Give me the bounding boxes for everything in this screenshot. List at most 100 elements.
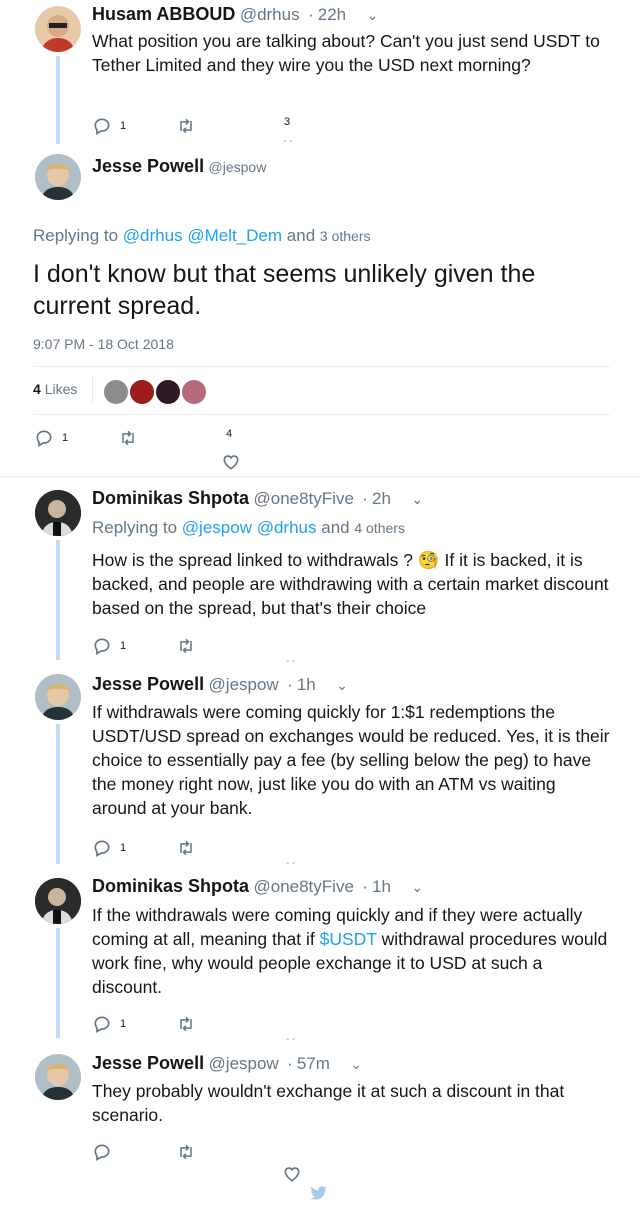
reply-icon (92, 116, 112, 136)
user-handle[interactable]: @jespow (209, 159, 267, 175)
user-handle[interactable]: @jespow (209, 675, 279, 694)
reply-button[interactable]: 1 (92, 116, 126, 136)
tweet-header: Dominikas Shpota @one8tyFive · 2h ⌄ (92, 488, 423, 509)
retweet-button[interactable] (176, 636, 196, 656)
retweet-button[interactable] (176, 1142, 196, 1162)
tweet-time[interactable]: 1h (297, 675, 316, 694)
tweet-text: They probably wouldn't exchange it at su… (92, 1081, 565, 1125)
reply-count: 1 (62, 432, 69, 444)
user-name[interactable]: Jesse Powell (92, 674, 204, 694)
liker-avatar[interactable] (180, 378, 208, 406)
tweet-time[interactable]: 1h (372, 877, 391, 896)
reply-icon (92, 636, 112, 656)
separator: · (362, 877, 369, 896)
avatar[interactable] (35, 154, 81, 200)
reply-button[interactable]: 1 (92, 636, 126, 656)
chevron-down-icon[interactable]: ⌄ (411, 879, 423, 895)
mention-link[interactable]: @jespow (182, 518, 252, 537)
heart-icon[interactable] (221, 452, 241, 477)
retweet-button[interactable] (118, 428, 138, 448)
others-link[interactable]: 4 others (354, 520, 405, 536)
reply-icon (92, 838, 112, 858)
retweet-icon (176, 838, 196, 858)
replying-label: Replying to (33, 226, 119, 245)
separator: · (287, 675, 293, 694)
user-handle[interactable]: @jespow (209, 1054, 279, 1073)
like-dash: - - (283, 136, 293, 147)
user-name[interactable]: Dominikas Shpota (92, 488, 249, 508)
like-button[interactable]: 3 (284, 116, 290, 128)
retweet-button[interactable] (176, 1014, 196, 1034)
tweet-actions: 1 4 (34, 428, 334, 448)
like-dash: - - (286, 1034, 296, 1045)
avatar[interactable] (35, 878, 81, 924)
likes-stat[interactable]: 4 Likes (33, 381, 77, 397)
avatar[interactable] (35, 6, 81, 52)
thread-line (56, 724, 60, 864)
avatar[interactable] (35, 490, 81, 536)
main-tweet-text: I don't know but that seems unlikely giv… (33, 260, 536, 320)
chevron-down-icon[interactable]: ⌄ (411, 491, 423, 507)
tweet-actions: 1 (92, 1014, 392, 1034)
retweet-button[interactable] (176, 116, 196, 136)
separator: · (362, 489, 369, 508)
others-link[interactable]: 3 others (320, 228, 371, 244)
tweet-header: Husam ABBOUD @drhus · 22h ⌄ (92, 4, 378, 25)
tweet-actions: 1 (92, 636, 392, 656)
reply-button[interactable]: 1 (34, 428, 68, 448)
tweet-text: How is the spread linked to withdrawals … (92, 548, 612, 620)
tweet-time[interactable]: 57m (297, 1054, 330, 1073)
cashtag-link[interactable]: $USDT (320, 929, 377, 949)
tweet-actions: 1 (92, 838, 392, 858)
user-name[interactable]: Dominikas Shpota (92, 876, 249, 896)
user-handle[interactable]: @one8tyFive (253, 489, 353, 508)
thread-line (56, 56, 60, 144)
reply-icon (92, 1014, 112, 1034)
retweet-icon (176, 116, 196, 136)
reply-button[interactable]: 1 (92, 1014, 126, 1034)
like-dash: - - (286, 656, 296, 667)
reply-icon (34, 428, 54, 448)
like-count: 4 (226, 428, 233, 440)
chevron-down-icon[interactable]: ⌄ (350, 1056, 362, 1072)
separator: · (287, 1054, 293, 1073)
avatar[interactable] (35, 674, 81, 720)
mention-link[interactable]: @drhus (123, 226, 183, 245)
avatar[interactable] (35, 1054, 81, 1100)
tweet-header: Jesse Powell @jespow · 57m ⌄ (92, 1053, 362, 1074)
replying-to: Replying to @jespow @drhus and 4 others (92, 518, 405, 538)
user-handle[interactable]: @drhus (240, 5, 300, 24)
liker-avatar[interactable] (154, 378, 182, 406)
user-handle[interactable]: @one8tyFive (253, 877, 353, 896)
likes-label: Likes (44, 381, 78, 397)
mention-link[interactable]: @Melt_Dem (187, 226, 282, 245)
tweet-time[interactable]: 22h (318, 5, 346, 24)
reply-button[interactable]: 1 (92, 838, 126, 858)
divider (33, 366, 610, 367)
chevron-down-icon[interactable]: ⌄ (336, 677, 348, 693)
tweet-actions: 1 3 (92, 116, 392, 136)
mention-link[interactable]: @drhus (257, 518, 317, 537)
likers-avatars (102, 378, 208, 406)
reply-button[interactable] (92, 1142, 112, 1162)
liker-avatar[interactable] (128, 378, 156, 406)
heart-icon[interactable] (282, 1164, 302, 1189)
tweet-time[interactable]: 2h (372, 489, 391, 508)
thread-line (56, 540, 60, 660)
retweet-button[interactable] (176, 838, 196, 858)
chevron-down-icon[interactable]: ⌄ (367, 7, 379, 23)
divider (33, 414, 610, 415)
separator: · (308, 5, 314, 24)
retweet-icon (176, 1142, 196, 1162)
retweet-icon (118, 428, 138, 448)
reply-icon (92, 1142, 112, 1162)
tweet-header: Jesse Powell @jespow (92, 156, 266, 177)
tweet-text: What position you are talking about? Can… (92, 31, 600, 75)
twitter-bird-icon (308, 1186, 330, 1205)
reply-count: 1 (120, 842, 127, 854)
user-name[interactable]: Jesse Powell (92, 156, 204, 176)
user-name[interactable]: Husam ABBOUD (92, 4, 235, 24)
liker-avatar[interactable] (102, 378, 130, 406)
user-name[interactable]: Jesse Powell (92, 1053, 204, 1073)
tweet-timestamp[interactable]: 9:07 PM - 18 Oct 2018 (33, 336, 174, 352)
